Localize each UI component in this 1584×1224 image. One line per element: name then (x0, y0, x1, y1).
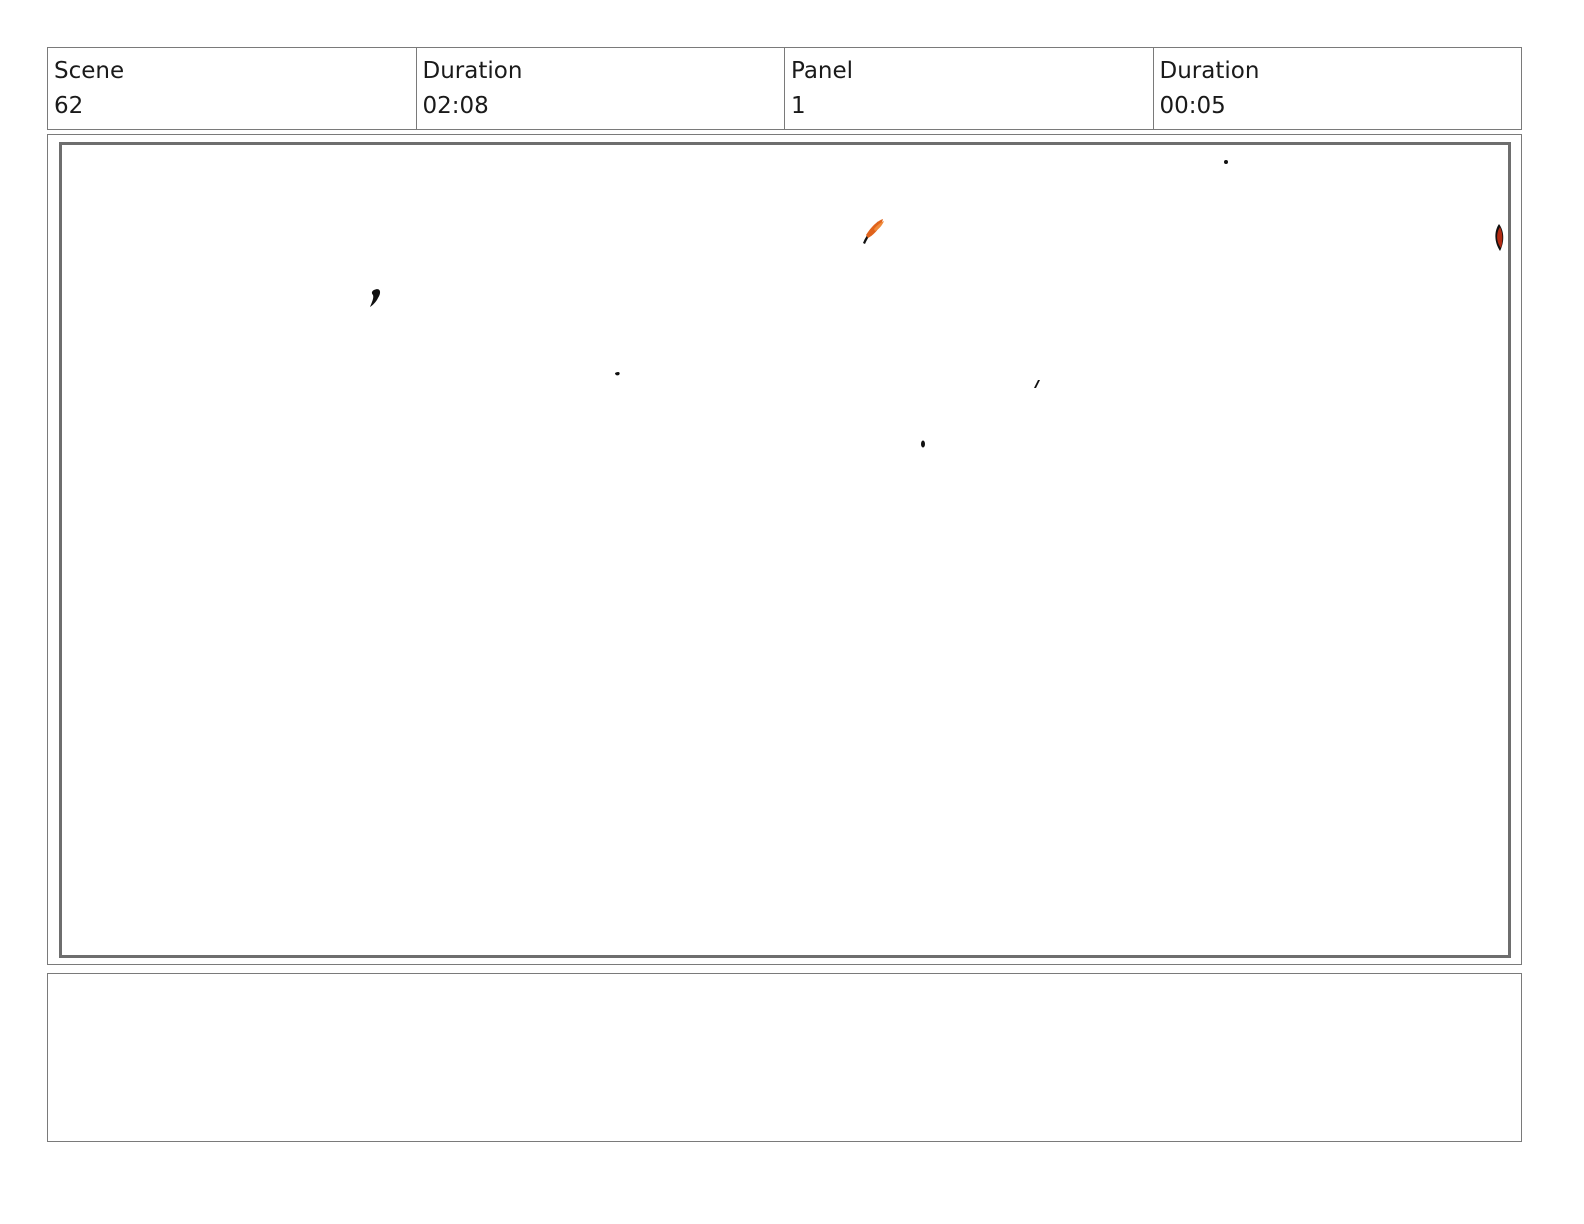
scene-duration-value: 02:08 (422, 93, 489, 119)
red-brush-mark (1495, 224, 1504, 251)
scene-label: Scene (54, 58, 125, 84)
ink-slash-mark (1034, 380, 1040, 388)
scene-duration-cell: Duration 02:08 (415, 48, 785, 129)
panel-duration-label: Duration (1159, 58, 1260, 84)
panel-number: 1 (791, 93, 806, 119)
scene-cell: Scene 62 (48, 48, 416, 129)
panel-notes-box[interactable] (47, 973, 1522, 1142)
panel-frame (47, 134, 1522, 965)
panel-info-header: Scene 62 Duration 02:08 Panel 1 Duration… (47, 47, 1522, 130)
scene-duration-label: Duration (422, 58, 523, 84)
ink-stroke-mark (370, 289, 381, 307)
panel-drawing-canvas[interactable] (59, 142, 1511, 958)
panel-duration-value: 00:05 (1159, 93, 1226, 119)
ink-dot-mark (1224, 160, 1228, 164)
panel-cell: Panel 1 (784, 48, 1153, 129)
panel-label: Panel (791, 58, 854, 84)
orange-brush-mark (863, 219, 884, 244)
ink-tick-mark (615, 371, 620, 376)
ink-oval-mark (921, 440, 925, 448)
panel-duration-cell: Duration 00:05 (1152, 48, 1522, 129)
panel-sketch-marks (370, 160, 1504, 448)
scene-number: 62 (54, 93, 84, 119)
